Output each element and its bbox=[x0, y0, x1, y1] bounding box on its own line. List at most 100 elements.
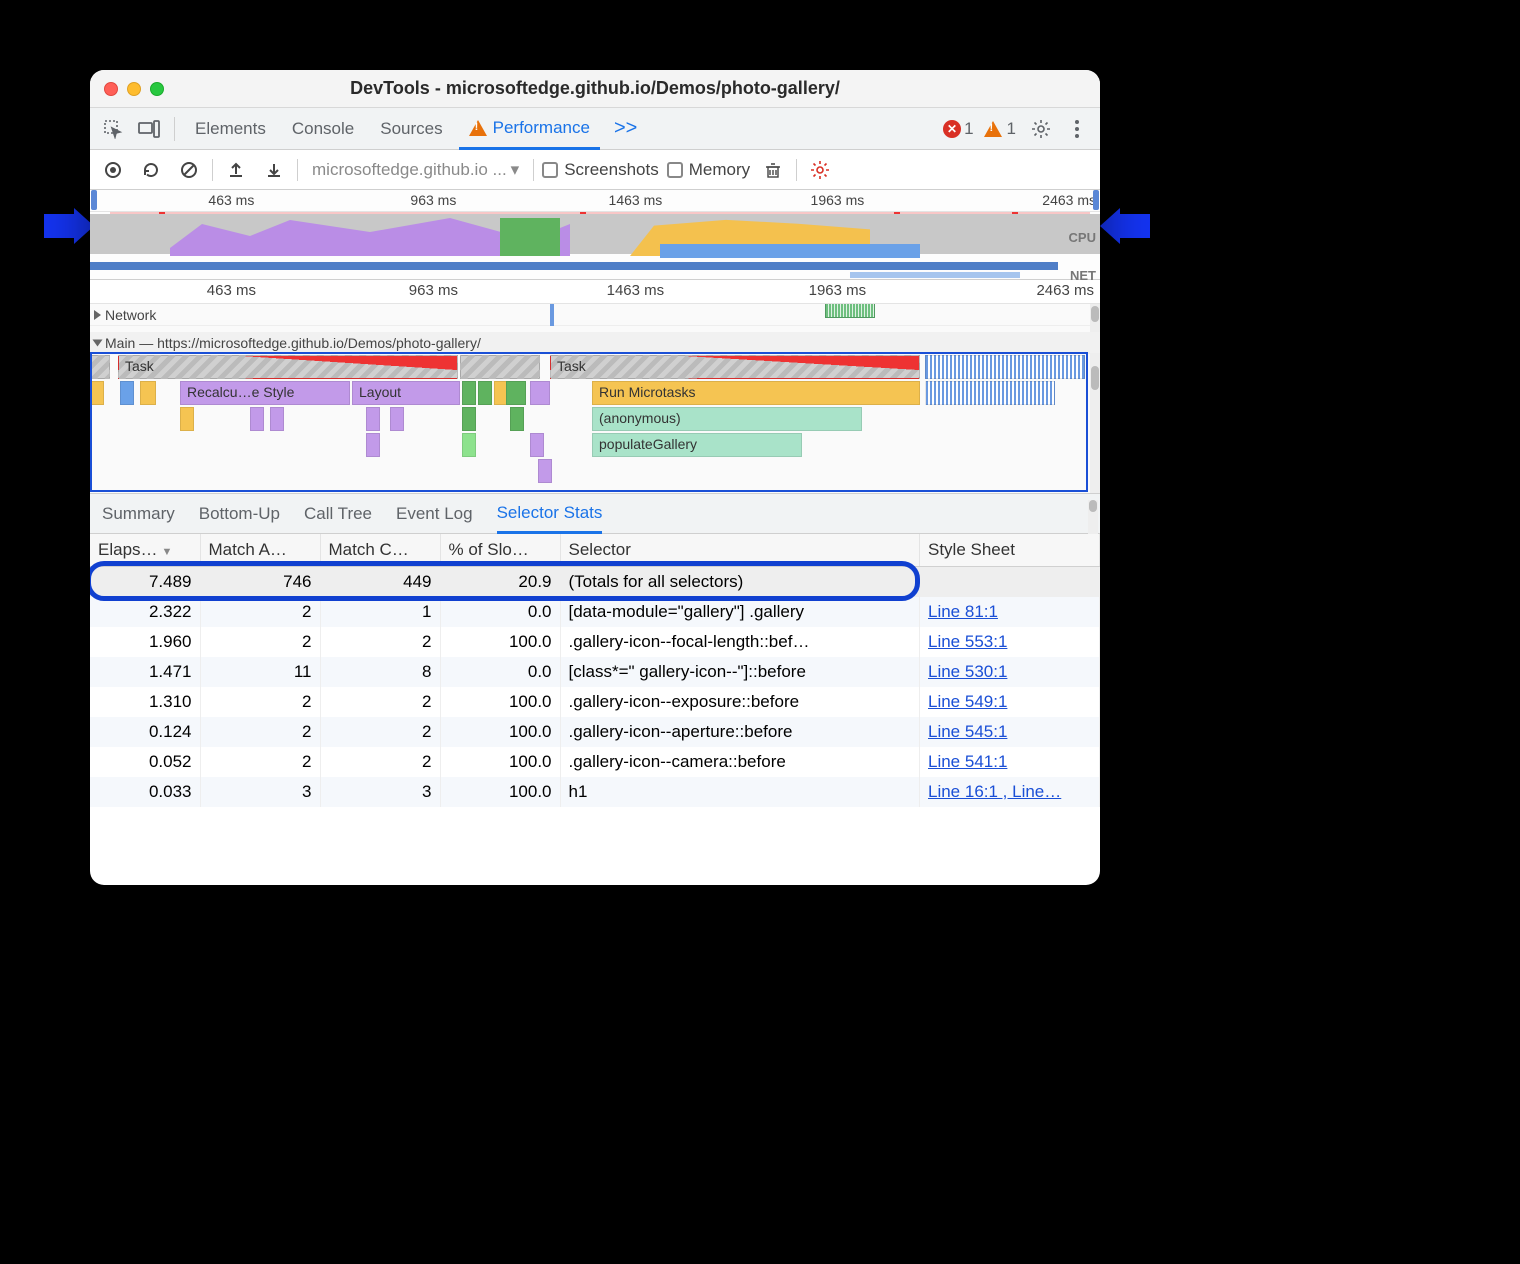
cell: 449 bbox=[320, 567, 440, 598]
tab-event-log[interactable]: Event Log bbox=[396, 494, 473, 534]
recalc-style-block[interactable]: Recalcu…e Style bbox=[180, 381, 350, 405]
cell: 0.033 bbox=[90, 777, 200, 807]
cell: 2 bbox=[320, 747, 440, 777]
annotation-arrow-right bbox=[1100, 208, 1150, 244]
window-title: DevTools - microsoftedge.github.io/Demos… bbox=[90, 78, 1100, 99]
minimize-window-button[interactable] bbox=[127, 82, 141, 96]
tab-performance[interactable]: Performance bbox=[459, 108, 600, 150]
flame-ruler: 463 ms 963 ms 1463 ms 1963 ms 2463 ms bbox=[90, 280, 1100, 304]
col-pct-slow[interactable]: % of Slo… bbox=[440, 534, 560, 567]
clear-button[interactable] bbox=[174, 155, 204, 185]
disclose-icon bbox=[94, 310, 101, 320]
tabs-overflow-button[interactable]: >> bbox=[606, 117, 645, 140]
col-match-c[interactable]: Match C… bbox=[320, 534, 440, 567]
cell: 100.0 bbox=[440, 687, 560, 717]
devtools-window: DevTools - microsoftedge.github.io/Demos… bbox=[90, 70, 1100, 885]
col-stylesheet[interactable]: Style Sheet bbox=[920, 534, 1100, 567]
screenshots-checkbox[interactable]: Screenshots bbox=[542, 160, 659, 180]
record-button[interactable] bbox=[98, 155, 128, 185]
network-minibar bbox=[825, 304, 875, 318]
cell: 11 bbox=[200, 657, 320, 687]
zoom-window-button[interactable] bbox=[150, 82, 164, 96]
stylesheet-link[interactable]: Line 553:1 bbox=[928, 632, 1007, 651]
flame-chart[interactable]: Network Main — https://microsoftedge.git… bbox=[90, 304, 1100, 494]
table-row[interactable]: 0.12422100.0.gallery-icon--aperture::bef… bbox=[90, 717, 1100, 747]
overview-handle-right[interactable] bbox=[1093, 190, 1099, 210]
memory-checkbox[interactable]: Memory bbox=[667, 160, 750, 180]
recording-dropdown[interactable]: microsoftedge.github.io ... ▾ bbox=[306, 158, 525, 182]
table-row[interactable]: 1.96022100.0.gallery-icon--focal-length:… bbox=[90, 627, 1100, 657]
task-block[interactable]: Task bbox=[118, 355, 458, 379]
run-microtasks-block[interactable]: Run Microtasks bbox=[592, 381, 920, 405]
cell: .gallery-icon--aperture::before bbox=[560, 717, 920, 747]
tab-call-tree[interactable]: Call Tree bbox=[304, 494, 372, 534]
network-track-header[interactable]: Network bbox=[90, 304, 1100, 326]
timeline-overview[interactable]: 463 ms 963 ms 1463 ms 1963 ms 2463 ms CP… bbox=[90, 190, 1100, 280]
cell: 746 bbox=[200, 567, 320, 598]
tab-sources[interactable]: Sources bbox=[370, 108, 452, 150]
warning-icon bbox=[469, 120, 487, 136]
cell: 2 bbox=[200, 687, 320, 717]
selector-stats-table: Elaps…▼ Match A… Match C… % of Slo… Sele… bbox=[90, 534, 1100, 807]
cell: 2.322 bbox=[90, 597, 200, 627]
cell: 0.0 bbox=[440, 657, 560, 687]
download-button[interactable] bbox=[259, 155, 289, 185]
stylesheet-link[interactable]: Line 16:1 , Line… bbox=[928, 782, 1061, 801]
cell: 20.9 bbox=[440, 567, 560, 598]
upload-button[interactable] bbox=[221, 155, 251, 185]
tab-elements[interactable]: Elements bbox=[185, 108, 276, 150]
panel-tabbar: Elements Console Sources Performance >> … bbox=[90, 108, 1100, 150]
populate-gallery-block[interactable]: populateGallery bbox=[592, 433, 802, 457]
table-row[interactable]: 1.4711180.0[class*=" gallery-icon--"]::b… bbox=[90, 657, 1100, 687]
main-track-header[interactable]: Main — https://microsoftedge.github.io/D… bbox=[90, 332, 1100, 354]
settings-icon[interactable] bbox=[1026, 114, 1056, 144]
cell: 100.0 bbox=[440, 627, 560, 657]
device-toolbar-icon[interactable] bbox=[134, 114, 164, 144]
cell: 2 bbox=[200, 717, 320, 747]
overview-handle-left[interactable] bbox=[91, 190, 97, 210]
stylesheet-link[interactable]: Line 530:1 bbox=[928, 662, 1007, 681]
cell: 2 bbox=[200, 627, 320, 657]
tick: 463 ms bbox=[207, 282, 256, 299]
cell: .gallery-icon--focal-length::bef… bbox=[560, 627, 920, 657]
cpu-label: CPU bbox=[1069, 230, 1096, 245]
memory-label: Memory bbox=[689, 160, 750, 180]
col-elapsed[interactable]: Elaps…▼ bbox=[90, 534, 200, 567]
stylesheet-link[interactable]: Line 81:1 bbox=[928, 602, 998, 621]
collect-garbage-button[interactable] bbox=[758, 155, 788, 185]
anonymous-block[interactable]: (anonymous) bbox=[592, 407, 862, 431]
stylesheet-link[interactable]: Line 545:1 bbox=[928, 722, 1007, 741]
cell: 100.0 bbox=[440, 747, 560, 777]
table-row[interactable]: 0.03333100.0h1Line 16:1 , Line… bbox=[90, 777, 1100, 807]
table-row[interactable]: 2.322210.0[data-module="gallery"] .galle… bbox=[90, 597, 1100, 627]
warnings-badge[interactable]: 1 bbox=[984, 119, 1016, 139]
tab-console[interactable]: Console bbox=[282, 108, 364, 150]
inspect-icon[interactable] bbox=[98, 114, 128, 144]
reload-record-button[interactable] bbox=[136, 155, 166, 185]
cell: 2 bbox=[320, 717, 440, 747]
stylesheet-link[interactable]: Line 549:1 bbox=[928, 692, 1007, 711]
kebab-menu-icon[interactable] bbox=[1062, 114, 1092, 144]
tab-bottom-up[interactable]: Bottom-Up bbox=[199, 494, 280, 534]
table-row[interactable]: 0.05222100.0.gallery-icon--camera::befor… bbox=[90, 747, 1100, 777]
errors-badge[interactable]: ✕ 1 bbox=[943, 119, 973, 139]
capture-settings-icon[interactable] bbox=[805, 155, 835, 185]
cell: (Totals for all selectors) bbox=[560, 567, 920, 598]
stylesheet-cell: Line 530:1 bbox=[920, 657, 1100, 687]
table-row[interactable]: 1.31022100.0.gallery-icon--exposure::bef… bbox=[90, 687, 1100, 717]
col-selector[interactable]: Selector bbox=[560, 534, 920, 567]
cell: [data-module="gallery"] .gallery bbox=[560, 597, 920, 627]
tick-end: 2463 ms bbox=[1042, 192, 1096, 208]
col-match-a[interactable]: Match A… bbox=[200, 534, 320, 567]
table-row[interactable]: 7.48974644920.9(Totals for all selectors… bbox=[90, 567, 1100, 598]
traffic-lights bbox=[104, 82, 164, 96]
stylesheet-link[interactable]: Line 541:1 bbox=[928, 752, 1007, 771]
tab-selector-stats[interactable]: Selector Stats bbox=[497, 494, 603, 534]
task-block[interactable]: Task bbox=[550, 355, 920, 379]
warning-icon bbox=[984, 121, 1002, 137]
cell: 1 bbox=[320, 597, 440, 627]
tab-summary[interactable]: Summary bbox=[102, 494, 175, 534]
tick: 463 ms bbox=[208, 192, 254, 208]
layout-block[interactable]: Layout bbox=[352, 381, 460, 405]
close-window-button[interactable] bbox=[104, 82, 118, 96]
